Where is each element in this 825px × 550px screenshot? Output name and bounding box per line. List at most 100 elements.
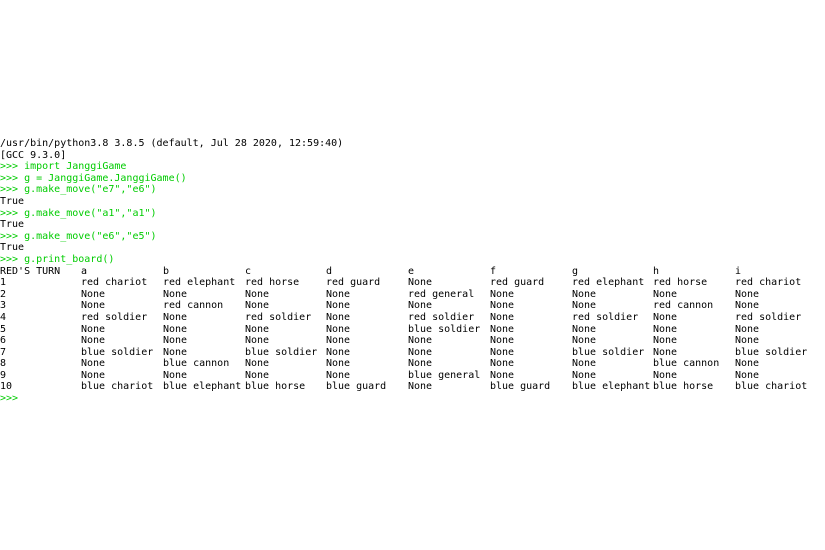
board-cell: None — [326, 311, 351, 323]
command-line-move-3: >>> g.make_move("e6","e5") — [0, 230, 157, 242]
board-cell: None — [408, 300, 433, 312]
board-printout: RED'S TURN a b c d e f g h i 1 red chari… — [0, 266, 825, 394]
board-cell: blue chariot — [81, 381, 154, 393]
row-number: 3 — [0, 300, 7, 312]
board-cell: red guard — [326, 277, 381, 289]
board-cell: None — [326, 300, 351, 312]
board-cell: None — [326, 288, 351, 300]
board-cell: None — [572, 358, 597, 370]
board-cell: blue soldier — [408, 323, 481, 335]
board-cell: red elephant — [572, 277, 645, 289]
board-cell: red chariot — [735, 277, 802, 289]
board-cell: None — [81, 300, 106, 312]
board-cell: None — [245, 323, 270, 335]
board-cell: None — [81, 358, 106, 370]
column-header-c: c — [245, 265, 252, 277]
board-cell: None — [653, 288, 678, 300]
column-header-h: h — [653, 265, 660, 277]
command-line-create-game: >>> g = JanggiGame.JanggiGame() — [0, 172, 187, 184]
board-cell: None — [490, 311, 515, 323]
board-cell: red guard — [490, 277, 545, 289]
output-line-move-1: True — [0, 195, 25, 207]
column-header-d: d — [326, 265, 333, 277]
board-cell: red general — [408, 288, 475, 300]
board-cell: red cannon — [653, 300, 714, 312]
board-row: 10 blue chariot blue elephant blue horse… — [0, 381, 825, 393]
board-cell: None — [408, 277, 433, 289]
board-cell: None — [163, 323, 188, 335]
python-console[interactable]: /usr/bin/python3.8 3.8.5 (default, Jul 2… — [0, 138, 825, 405]
board-cell: blue guard — [326, 381, 387, 393]
board-cell: None — [653, 323, 678, 335]
turn-label: RED'S TURN — [0, 265, 61, 277]
board-cell: red soldier — [81, 311, 148, 323]
board-cell: red soldier — [245, 311, 312, 323]
board-cell: None — [653, 346, 678, 358]
board-cell: red soldier — [735, 311, 802, 323]
command-line-move-2: >>> g.make_move("a1","a1") — [0, 207, 157, 219]
board-row: 1 red chariot red elephant red horse red… — [0, 277, 825, 289]
board-row: 7 blue soldier None blue soldier None No… — [0, 347, 825, 359]
board-row: 9 None None None None blue general None … — [0, 370, 825, 382]
row-number: 4 — [0, 311, 7, 323]
board-cell: blue soldier — [572, 346, 645, 358]
board-cell: None — [408, 358, 433, 370]
column-header-e: e — [408, 265, 415, 277]
board-cell: None — [245, 288, 270, 300]
board-cell: None — [735, 335, 760, 347]
column-header-g: g — [572, 265, 579, 277]
board-cell: None — [81, 323, 106, 335]
board-cell: None — [81, 288, 106, 300]
interpreter-version-line: /usr/bin/python3.8 3.8.5 (default, Jul 2… — [0, 138, 344, 149]
board-cell: None — [245, 300, 270, 312]
board-cell: blue cannon — [163, 358, 230, 370]
board-cell: blue soldier — [245, 346, 318, 358]
board-cell: None — [572, 300, 597, 312]
command-line-print-board: >>> g.print_board() — [0, 253, 115, 265]
board-cell: None — [81, 369, 106, 381]
board-cell: None — [490, 358, 515, 370]
board-cell: None — [735, 358, 760, 370]
board-cell: None — [245, 335, 270, 347]
board-cell: None — [326, 369, 351, 381]
row-number: 8 — [0, 358, 7, 370]
board-cell: None — [326, 346, 351, 358]
board-row: 4 red soldier None red soldier None red … — [0, 312, 825, 324]
board-cell: None — [163, 335, 188, 347]
board-cell: red soldier — [408, 311, 475, 323]
row-number: 7 — [0, 346, 7, 358]
board-cell: None — [490, 335, 515, 347]
board-cell: None — [490, 346, 515, 358]
board-cell: blue guard — [490, 381, 551, 393]
board-row: 8 None blue cannon None None None None N… — [0, 358, 825, 370]
board-cell: None — [245, 358, 270, 370]
board-cell: None — [572, 288, 597, 300]
board-cell: None — [735, 369, 760, 381]
row-number: 5 — [0, 323, 7, 335]
board-cell: None — [163, 369, 188, 381]
input-prompt[interactable]: >>> — [0, 393, 825, 405]
board-cell: None — [490, 369, 515, 381]
row-number: 6 — [0, 335, 7, 347]
board-cell: red horse — [653, 277, 708, 289]
board-cell: None — [408, 381, 433, 393]
board-cell: None — [326, 323, 351, 335]
board-cell: None — [163, 311, 188, 323]
board-cell: blue chariot — [735, 381, 808, 393]
board-row: 2 None None None None red general None N… — [0, 289, 825, 301]
board-row: 6 None None None None None None None Non… — [0, 335, 825, 347]
board-cell: blue soldier — [735, 346, 808, 358]
board-cell: None — [653, 311, 678, 323]
board-cell: blue horse — [245, 381, 306, 393]
board-cell: None — [653, 335, 678, 347]
board-cell: blue elephant — [163, 381, 242, 393]
board-cell: None — [490, 300, 515, 312]
command-line-import: >>> import JanggiGame — [0, 161, 127, 173]
board-cell: None — [163, 288, 188, 300]
board-cell: None — [408, 335, 433, 347]
board-cell: red soldier — [572, 311, 639, 323]
row-number: 10 — [0, 381, 13, 393]
board-cell: None — [326, 335, 351, 347]
board-cell: red horse — [245, 277, 300, 289]
row-number: 1 — [0, 277, 7, 289]
